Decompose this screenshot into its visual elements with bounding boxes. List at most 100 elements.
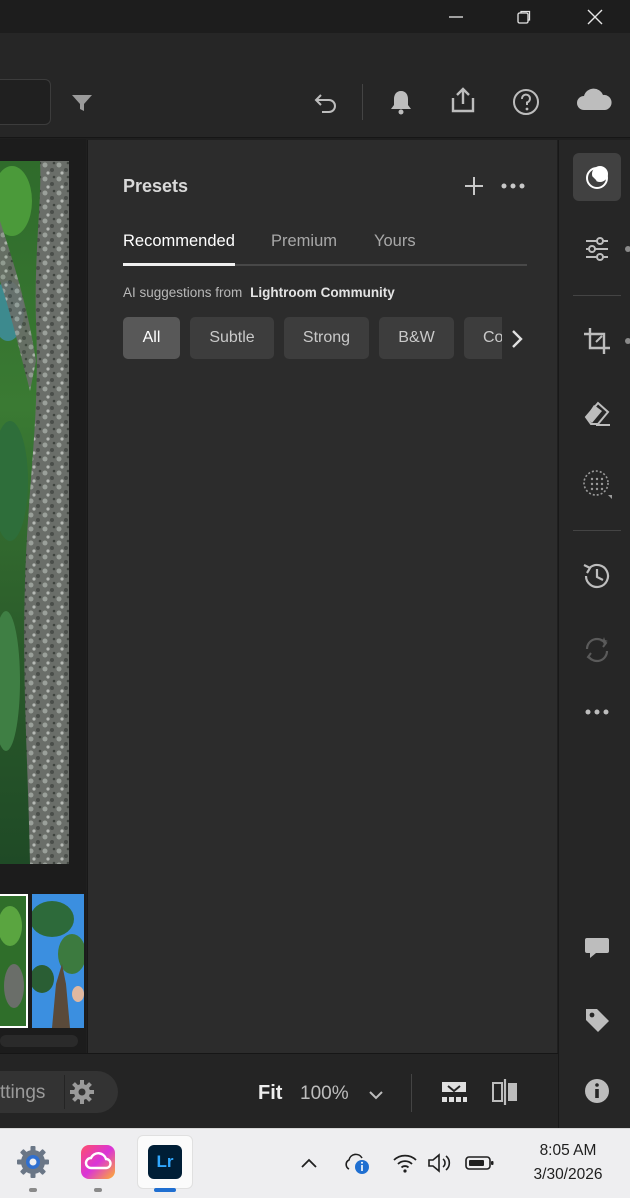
tag-icon bbox=[586, 1009, 609, 1032]
minimize-button[interactable] bbox=[428, 0, 484, 33]
settings-gear-button[interactable] bbox=[64, 1075, 98, 1109]
ai-suggestions-source: Lightroom Community bbox=[250, 285, 395, 300]
active-tab-indicator bbox=[123, 263, 235, 266]
tab-recommended[interactable]: Recommended bbox=[123, 232, 235, 251]
speaker-icon bbox=[428, 1153, 451, 1173]
window-titlebar bbox=[0, 0, 630, 33]
bottom-bar: ttings Fit 100% bbox=[0, 1053, 558, 1128]
auto-sync-button[interactable] bbox=[573, 626, 621, 674]
top-toolbar bbox=[0, 33, 630, 138]
help-icon bbox=[513, 89, 539, 115]
show-hidden-icons-button[interactable] bbox=[294, 1148, 324, 1178]
bell-icon bbox=[391, 91, 411, 115]
filmstrip-icon bbox=[442, 1082, 467, 1102]
taskbar-clock-time[interactable]: 8:05 AM bbox=[526, 1142, 610, 1160]
more-tools-button[interactable] bbox=[573, 688, 621, 736]
more-horizontal-icon bbox=[585, 709, 609, 715]
chevron-right-icon bbox=[512, 330, 523, 348]
wifi-tray-button[interactable] bbox=[390, 1148, 420, 1178]
chip-all[interactable]: All bbox=[123, 317, 180, 359]
main-photo[interactable] bbox=[0, 161, 69, 864]
compare-view-button[interactable] bbox=[488, 1076, 522, 1108]
preset-filter-chips: All Subtle Strong B&W Co bbox=[123, 317, 502, 360]
masking-tool-button[interactable] bbox=[573, 460, 621, 508]
lightroom-icon-label: Lr bbox=[156, 1152, 174, 1171]
presets-tool-button[interactable] bbox=[573, 153, 621, 201]
sync-sparkle-icon bbox=[585, 637, 609, 663]
presets-more-button[interactable] bbox=[499, 172, 527, 200]
edit-tools-rail bbox=[558, 140, 630, 1128]
search-input[interactable] bbox=[0, 79, 51, 125]
undo-button[interactable] bbox=[306, 82, 346, 122]
volume-tray-button[interactable] bbox=[425, 1148, 455, 1178]
filmstrip-scrollbar[interactable] bbox=[0, 1035, 78, 1047]
tab-premium[interactable]: Premium bbox=[271, 232, 337, 251]
chips-scroll-right-button[interactable] bbox=[506, 327, 528, 351]
help-button[interactable] bbox=[506, 82, 546, 122]
os-taskbar: Lr 8:05 AM 3/30/2026 bbox=[0, 1128, 630, 1198]
masking-icon bbox=[583, 470, 612, 499]
minimize-icon bbox=[449, 15, 463, 18]
chip-co[interactable]: Co bbox=[464, 317, 502, 359]
onedrive-tray-button[interactable] bbox=[342, 1148, 372, 1178]
presets-panel: Presets Recommended Premium Yours AI sug… bbox=[87, 140, 557, 1053]
comments-button[interactable] bbox=[573, 924, 621, 972]
notifications-button[interactable] bbox=[381, 82, 421, 122]
chip-strong[interactable]: Strong bbox=[284, 317, 369, 359]
cloud-info-icon bbox=[345, 1153, 369, 1174]
battery-tray-button[interactable] bbox=[465, 1148, 495, 1178]
eraser-icon bbox=[584, 401, 610, 426]
close-icon bbox=[587, 9, 603, 24]
chip-subtle[interactable]: Subtle bbox=[190, 317, 274, 359]
tab-yours[interactable]: Yours bbox=[374, 232, 416, 251]
close-button[interactable] bbox=[567, 0, 623, 33]
taskbar-clock-date[interactable]: 3/30/2026 bbox=[516, 1166, 620, 1184]
share-icon bbox=[451, 87, 475, 113]
crop-tool-indicator bbox=[625, 338, 630, 344]
filter-button[interactable] bbox=[62, 83, 102, 123]
crop-tool-button[interactable] bbox=[573, 317, 621, 365]
presets-icon bbox=[586, 166, 608, 189]
ai-suggestions-prefix: AI suggestions from bbox=[123, 285, 243, 300]
taskbar-creative-cloud-app[interactable] bbox=[70, 1135, 126, 1189]
info-icon bbox=[585, 1079, 609, 1103]
presets-title: Presets bbox=[123, 176, 189, 196]
crop-icon bbox=[584, 328, 610, 354]
rail-divider bbox=[573, 295, 621, 296]
chevron-down-icon[interactable] bbox=[366, 1085, 386, 1105]
sliders-icon bbox=[586, 237, 608, 261]
settings-pill[interactable]: ttings bbox=[0, 1071, 118, 1113]
comment-icon bbox=[585, 938, 609, 958]
chip-bw[interactable]: B&W bbox=[379, 317, 454, 359]
restore-button[interactable] bbox=[496, 0, 552, 33]
settings-gear-icon bbox=[17, 1146, 49, 1178]
cloud-sync-button[interactable] bbox=[574, 80, 614, 120]
fit-zoom-button[interactable]: Fit bbox=[258, 1082, 282, 1105]
taskbar-settings-app[interactable] bbox=[5, 1135, 61, 1189]
restore-icon bbox=[517, 10, 531, 24]
cloud-icon bbox=[577, 88, 612, 110]
plus-icon bbox=[465, 177, 483, 195]
edit-tool-indicator bbox=[625, 246, 630, 252]
gear-icon bbox=[69, 1080, 94, 1104]
battery-icon bbox=[465, 1156, 494, 1170]
filmstrip-thumbnail-selected[interactable] bbox=[0, 894, 28, 1028]
add-preset-button[interactable] bbox=[460, 172, 488, 200]
toolbar-divider bbox=[362, 84, 363, 120]
wifi-icon bbox=[393, 1154, 417, 1173]
creative-cloud-icon bbox=[81, 1145, 115, 1179]
taskbar-lightroom-app[interactable]: Lr bbox=[137, 1135, 193, 1189]
filmstrip-thumbnail[interactable] bbox=[32, 894, 84, 1028]
info-button[interactable] bbox=[573, 1067, 621, 1115]
filmstrip-toggle-button[interactable] bbox=[437, 1076, 471, 1108]
rail-divider bbox=[573, 530, 621, 531]
remove-tool-button[interactable] bbox=[573, 389, 621, 437]
zoom-level[interactable]: 100% bbox=[300, 1083, 349, 1105]
edit-tool-button[interactable] bbox=[573, 225, 621, 273]
share-button[interactable] bbox=[443, 80, 483, 120]
keywords-button[interactable] bbox=[573, 996, 621, 1044]
versions-history-button[interactable] bbox=[573, 552, 621, 600]
filter-icon bbox=[72, 95, 92, 111]
history-icon bbox=[583, 563, 610, 589]
lightroom-active-indicator bbox=[154, 1188, 176, 1192]
